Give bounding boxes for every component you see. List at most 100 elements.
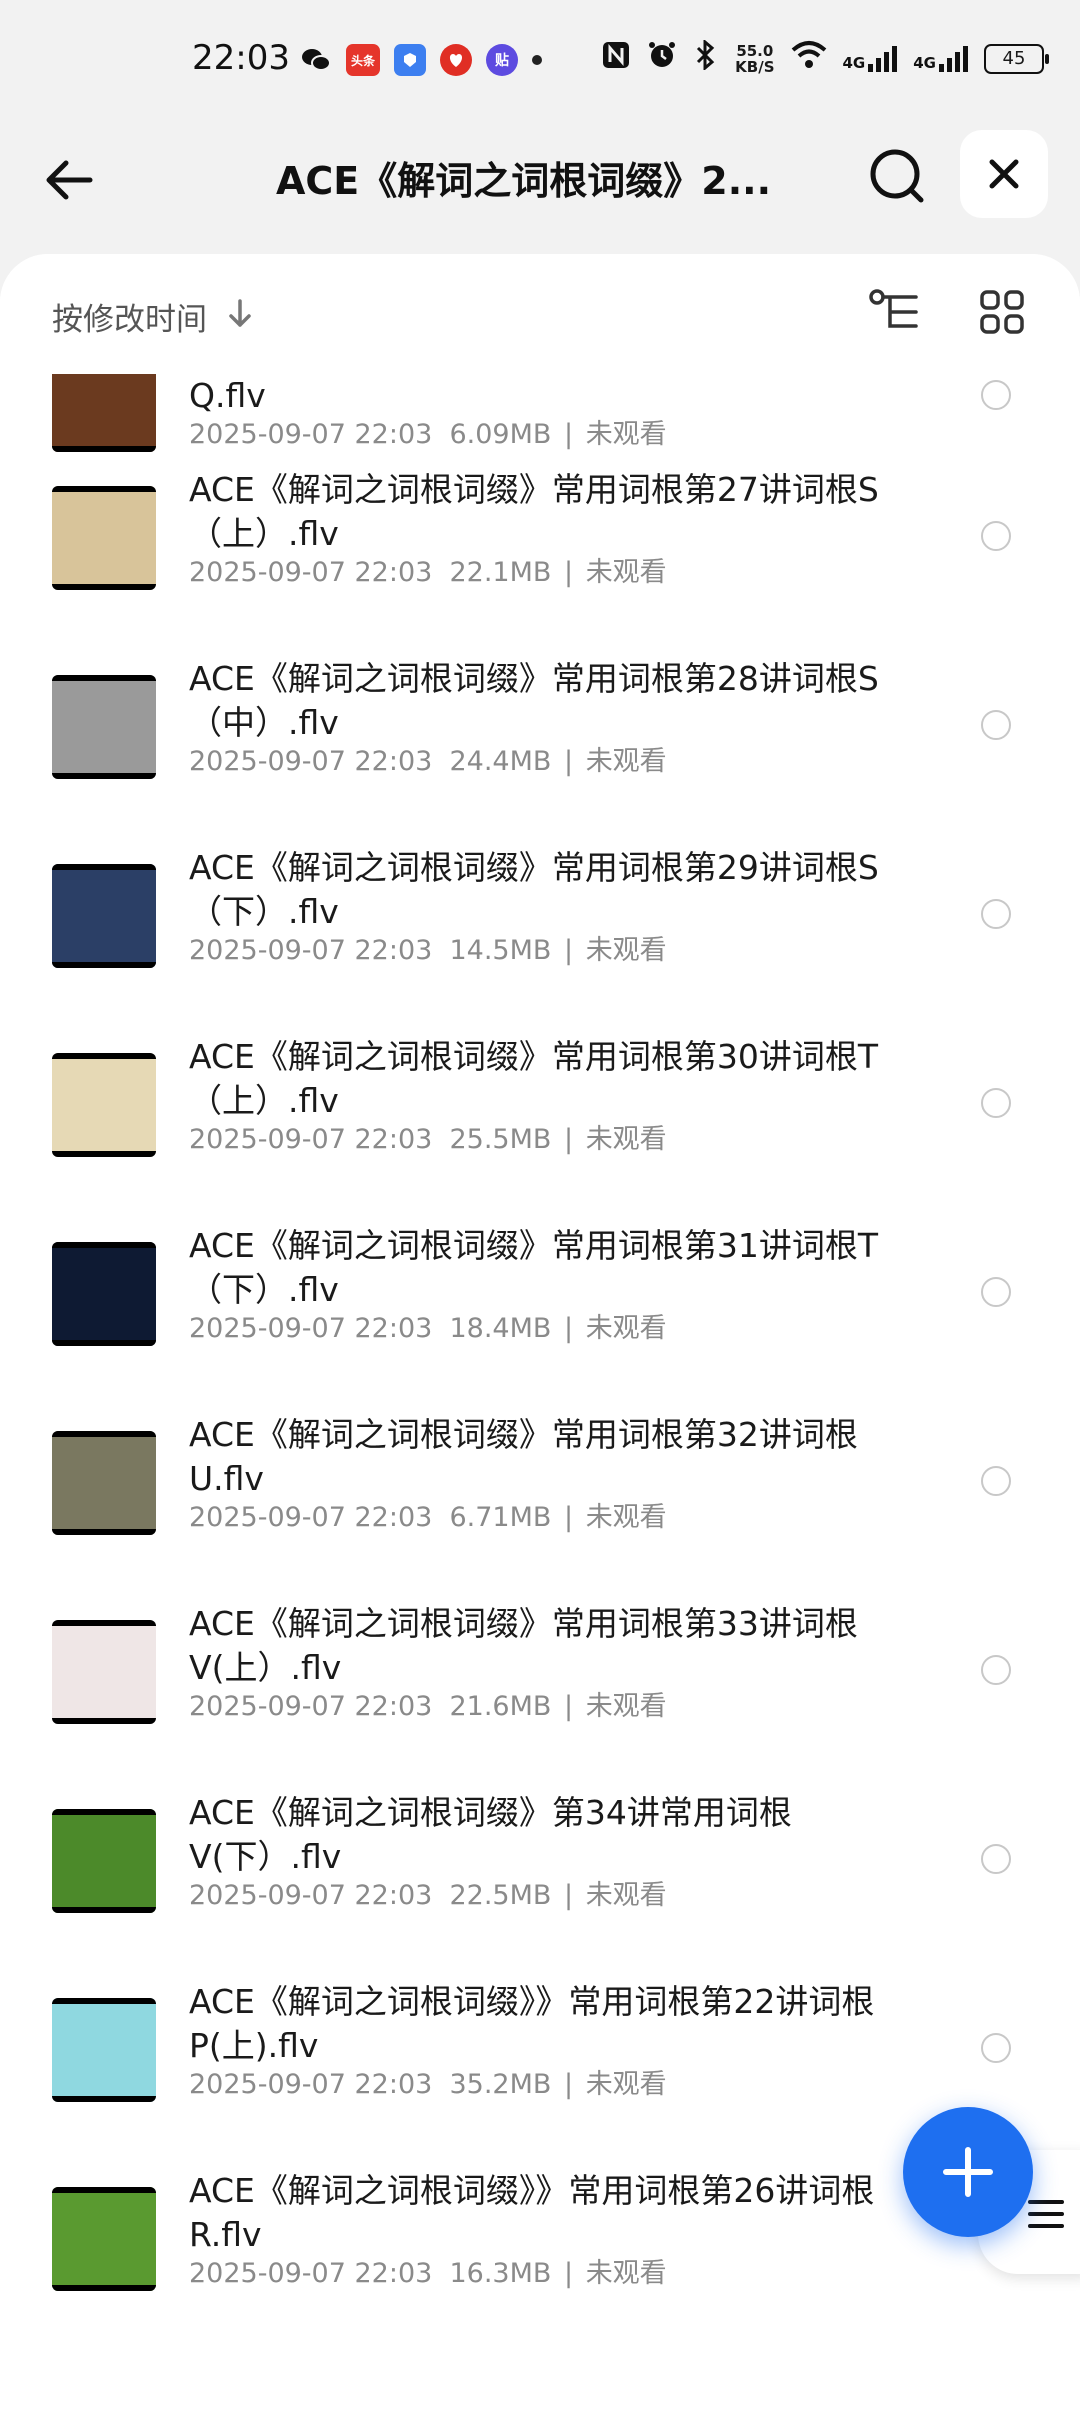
select-radio[interactable]: [981, 710, 1011, 740]
add-button[interactable]: [903, 2107, 1033, 2237]
close-icon: [989, 159, 1019, 189]
sort-bar: 按修改时间: [0, 254, 1080, 374]
select-radio[interactable]: [981, 380, 1011, 410]
file-name: ACE《解词之词根词缀》》常用词根第26讲词根R.flv: [189, 2171, 875, 2254]
cellular-signal-1-icon: 4G: [843, 45, 898, 72]
file-size: 18.4MB: [449, 1313, 552, 1344]
select-radio[interactable]: [981, 2033, 1011, 2063]
search-button[interactable]: [865, 144, 929, 208]
system-icons: 55.0 KB/S 4G 4G 45: [601, 38, 1049, 77]
watch-status: 未观看: [585, 1124, 667, 1155]
file-date: 2025-09-07 22:03: [189, 1502, 433, 1533]
sort-by-modified-time[interactable]: 按修改时间: [52, 294, 207, 339]
file-size: 22.5MB: [449, 1880, 552, 1911]
file-date: 2025-09-07 22:03: [189, 1313, 433, 1344]
meta-separator: |: [555, 746, 582, 777]
file-list-item[interactable]: Q.flv 2025-09-07 22:03 6.09MB | 未观看: [0, 348, 1080, 452]
watch-status: 未观看: [585, 1502, 667, 1533]
video-thumbnail: [52, 1809, 156, 1913]
video-thumbnail: [52, 864, 156, 968]
file-meta: 2025-09-07 22:03 24.4MB | 未观看: [189, 739, 667, 778]
alarm-icon: [647, 40, 677, 77]
file-date: 2025-09-07 22:03: [189, 2258, 433, 2289]
meta-separator: |: [555, 1691, 582, 1722]
file-list-item[interactable]: ACE《解词之词根词缀》常用词根第31讲词根T（下）.flv 2025-09-07…: [0, 1204, 1080, 1393]
cellular-signal-2-icon: 4G: [913, 45, 968, 72]
select-radio[interactable]: [981, 521, 1011, 551]
file-list-item[interactable]: ACE《解词之词根词缀》常用词根第27讲词根S（上）.flv 2025-09-07…: [0, 448, 1080, 637]
watch-status: 未观看: [585, 1313, 667, 1344]
file-date: 2025-09-07 22:03: [189, 2069, 433, 2100]
video-thumbnail: [52, 486, 156, 590]
file-size: 21.6MB: [449, 1691, 552, 1722]
file-list-item[interactable]: ACE《解词之词根词缀》常用词根第30讲词根T（上）.flv 2025-09-07…: [0, 1015, 1080, 1204]
video-thumbnail: [52, 675, 156, 779]
file-size: 6.09MB: [449, 419, 552, 450]
video-thumbnail: [52, 1053, 156, 1157]
file-list: Q.flv 2025-09-07 22:03 6.09MB | 未观看 ACE《解词…: [0, 348, 1080, 2338]
meta-separator: |: [555, 419, 582, 450]
file-size: 14.5MB: [449, 935, 552, 966]
back-button[interactable]: [40, 148, 104, 212]
video-thumbnail: [52, 2187, 156, 2291]
file-name: ACE《解词之词根词缀》常用词根第33讲词根V(上）.flv: [189, 1604, 858, 1687]
file-list-item[interactable]: ACE《解词之词根词缀》第34讲常用词根V(下）.flv 2025-09-07 2…: [0, 1771, 1080, 1960]
notification-icons: 头条 贴: [300, 44, 542, 76]
file-meta: 2025-09-07 22:03 18.4MB | 未观看: [189, 1306, 667, 1345]
meta-separator: |: [555, 557, 582, 588]
file-meta: 2025-09-07 22:03 25.5MB | 未观看: [189, 1117, 667, 1156]
watch-status: 未观看: [585, 419, 667, 450]
plus-icon: [943, 2147, 993, 2197]
file-list-item[interactable]: ACE《解词之词根词缀》常用词根第33讲词根V(上）.flv 2025-09-07…: [0, 1582, 1080, 1771]
file-name: ACE《解词之词根词缀》第34讲常用词根V(下）.flv: [189, 1793, 792, 1876]
file-meta: 2025-09-07 22:03 6.71MB | 未观看: [189, 1495, 667, 1534]
battery-icon: 45: [984, 43, 1049, 74]
file-name: ACE《解词之词根词缀》常用词根第32讲词根U.flv: [189, 1415, 858, 1498]
wechat-icon: [300, 44, 332, 76]
search-icon: [870, 149, 924, 203]
file-meta: 2025-09-07 22:03 22.1MB | 未观看: [189, 550, 667, 589]
meta-separator: |: [555, 935, 582, 966]
net-speed: 55.0 KB/S: [735, 41, 775, 76]
status-bar: 22:03 头条 贴 55.0 KB/S 4G 4G 45: [0, 0, 1080, 120]
file-list-item[interactable]: ACE《解词之词根词缀》常用词根第28讲词根S（中）.flv 2025-09-07…: [0, 637, 1080, 826]
file-name: ACE《解词之词根词缀》常用词根第27讲词根S（上）.flv: [189, 470, 879, 553]
file-list-item[interactable]: ACE《解词之词根词缀》常用词根第29讲词根S（下）.flv 2025-09-07…: [0, 826, 1080, 1015]
file-date: 2025-09-07 22:03: [189, 419, 433, 450]
header: ACE《解词之词根词缀》2...: [0, 120, 1080, 240]
close-button[interactable]: [960, 130, 1048, 218]
pinduoduo-icon: [440, 44, 472, 76]
file-meta: 2025-09-07 22:03 35.2MB | 未观看: [189, 2062, 667, 2101]
watch-status: 未观看: [585, 1880, 667, 1911]
grid-view-icon: [980, 290, 1024, 334]
meta-separator: |: [555, 2069, 582, 2100]
select-radio[interactable]: [981, 1277, 1011, 1307]
sort-descending-icon[interactable]: [226, 298, 254, 334]
file-list-item[interactable]: ACE《解词之词根词缀》》常用词根第22讲词根P(上).flv 2025-09-0…: [0, 1960, 1080, 2149]
select-radio[interactable]: [981, 1844, 1011, 1874]
alipay-icon: [394, 44, 426, 76]
select-radio[interactable]: [981, 1088, 1011, 1118]
select-radio[interactable]: [981, 899, 1011, 929]
file-meta: 2025-09-07 22:03 21.6MB | 未观看: [189, 1684, 667, 1723]
more-notifications-icon: [532, 55, 542, 65]
file-date: 2025-09-07 22:03: [189, 746, 433, 777]
video-thumbnail: [52, 1620, 156, 1724]
toutiao-icon: 头条: [346, 44, 380, 76]
video-thumbnail: [52, 1242, 156, 1346]
status-time: 22:03: [192, 38, 290, 78]
select-radio[interactable]: [981, 1655, 1011, 1685]
meta-separator: |: [555, 1313, 582, 1344]
tree-view-button[interactable]: [868, 288, 922, 340]
nfc-icon: [601, 40, 631, 77]
file-meta: 2025-09-07 22:03 6.09MB | 未观看: [189, 412, 667, 451]
file-date: 2025-09-07 22:03: [189, 1124, 433, 1155]
watch-status: 未观看: [585, 2258, 667, 2289]
tieba-icon: 贴: [486, 44, 518, 76]
grid-view-button[interactable]: [978, 288, 1026, 340]
select-radio[interactable]: [981, 1466, 1011, 1496]
tree-view-icon: [869, 289, 918, 328]
file-size: 25.5MB: [449, 1124, 552, 1155]
file-date: 2025-09-07 22:03: [189, 935, 433, 966]
file-list-item[interactable]: ACE《解词之词根词缀》常用词根第32讲词根U.flv 2025-09-07 22…: [0, 1393, 1080, 1582]
